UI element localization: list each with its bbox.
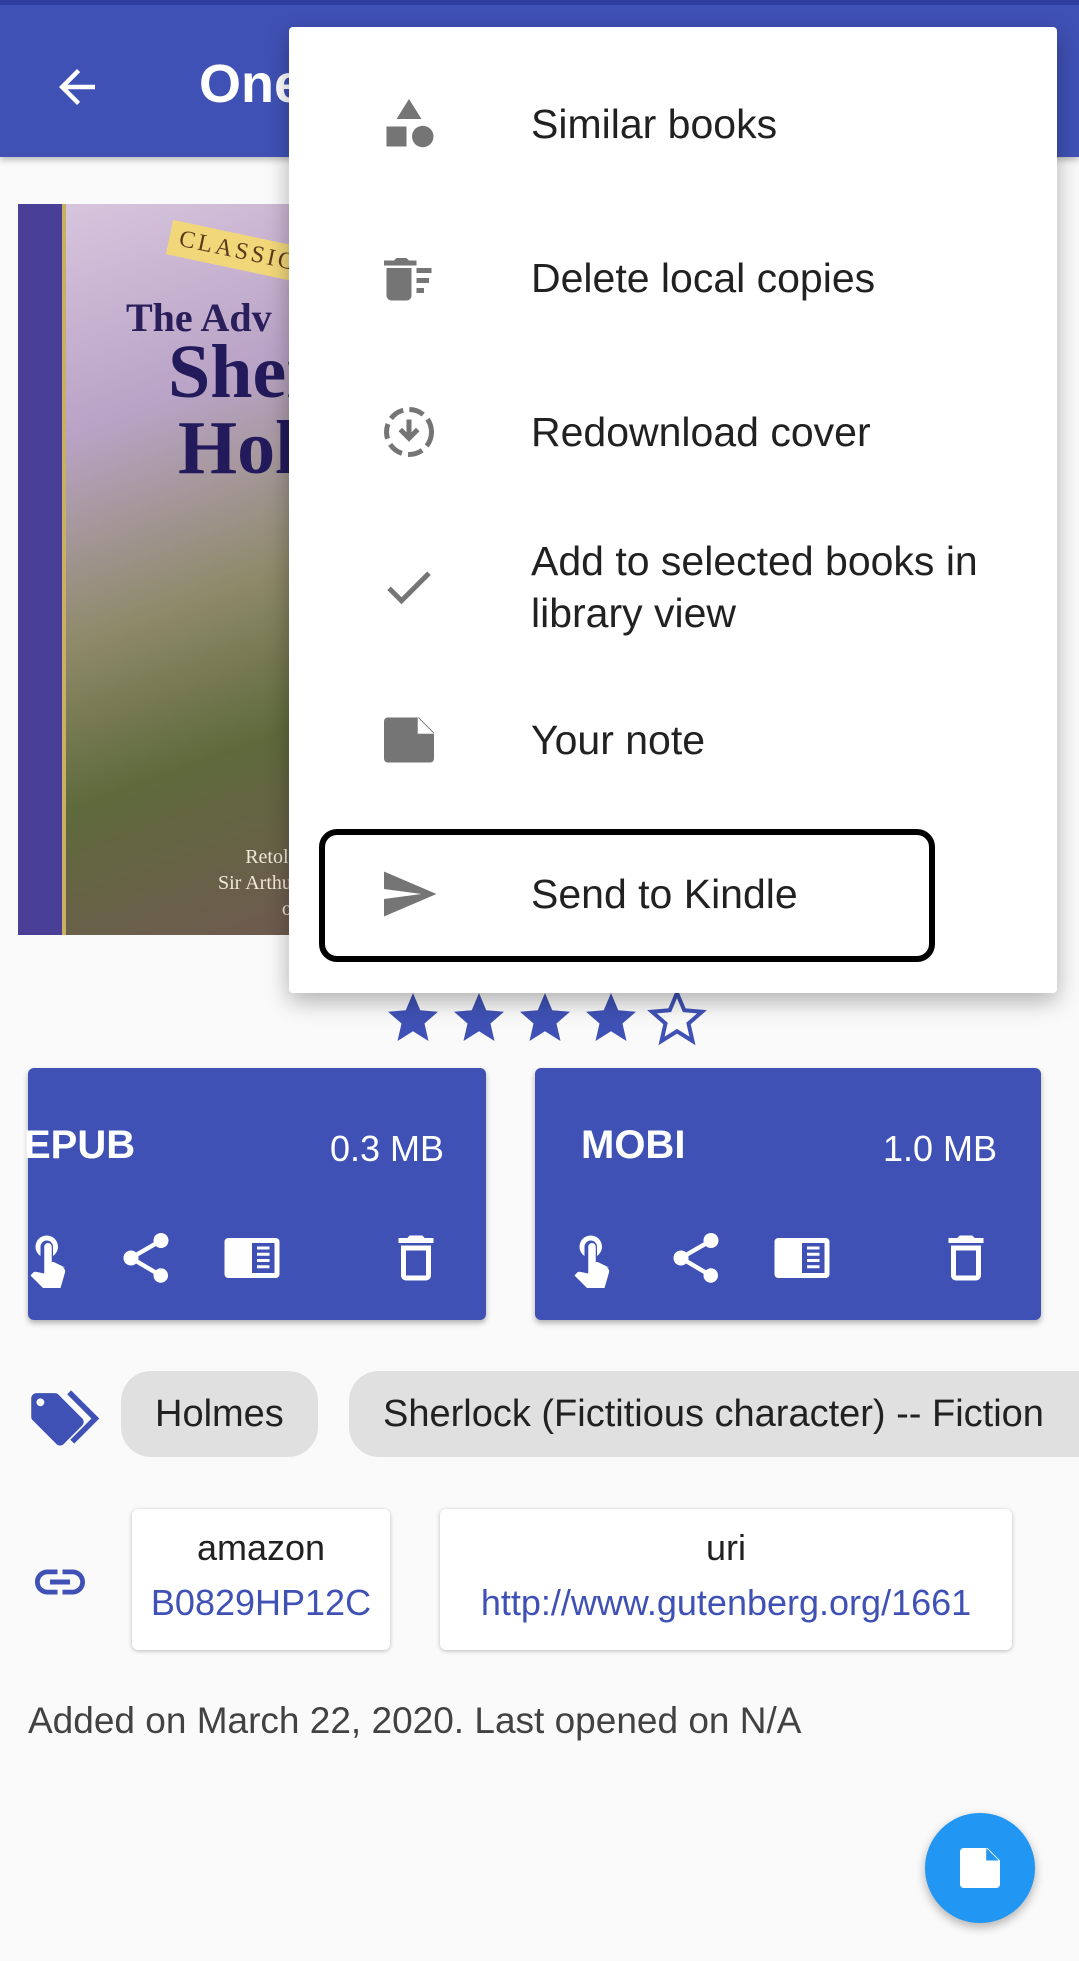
link-key: uri bbox=[705, 1527, 746, 1568]
touch-icon[interactable] bbox=[18, 1228, 78, 1288]
download-circle-dashed-icon bbox=[384, 407, 434, 457]
note-icon bbox=[960, 1848, 1000, 1888]
cover-title-line: Sher bbox=[168, 330, 298, 414]
format-name: EPUB bbox=[24, 1123, 136, 1167]
menu-item-similar-books[interactable]: Similar books bbox=[289, 89, 1057, 159]
read-book-icon[interactable] bbox=[222, 1228, 282, 1288]
menu-item-label: Your note bbox=[531, 717, 706, 763]
format-name: MOBI bbox=[581, 1123, 686, 1167]
menu-item-your-note[interactable]: Your note bbox=[289, 705, 1057, 775]
format-card-mobi[interactable]: MOBI 1.0 MB bbox=[535, 1068, 1041, 1320]
cover-credit: Sir Arthur bbox=[218, 872, 298, 894]
cover-credit: or bbox=[218, 896, 298, 922]
shapes-icon bbox=[386, 99, 434, 148]
delete-icon[interactable] bbox=[936, 1228, 996, 1288]
menu-item-label: Redownload cover bbox=[531, 409, 871, 455]
menu-item-redownload-cover[interactable]: Redownload cover bbox=[289, 397, 1057, 467]
format-size: 1.0 MB bbox=[882, 1128, 997, 1169]
star-filled-icon[interactable] bbox=[581, 988, 641, 1048]
check-icon bbox=[387, 571, 431, 605]
format-size: 0.3 MB bbox=[329, 1128, 444, 1169]
link-card-uri[interactable]: uri http://www.gutenberg.org/1661 bbox=[440, 1509, 1012, 1650]
cover-credit: Retold bbox=[245, 846, 298, 868]
tag-chip[interactable]: Holmes bbox=[121, 1371, 318, 1457]
read-book-icon[interactable] bbox=[772, 1228, 832, 1288]
star-filled-icon[interactable] bbox=[515, 988, 575, 1048]
cover-spine bbox=[18, 204, 66, 935]
tag-chip[interactable]: Sherlock (Fictitious character) -- Ficti… bbox=[349, 1371, 1079, 1457]
rating-stars[interactable] bbox=[383, 988, 707, 1048]
note-fab-button[interactable] bbox=[925, 1813, 1035, 1923]
note-icon bbox=[384, 717, 434, 763]
link-icon bbox=[35, 1569, 85, 1595]
touch-icon[interactable] bbox=[562, 1228, 622, 1288]
format-card-epub[interactable]: EPUB 0.3 MB bbox=[24, 1068, 486, 1320]
menu-item-add-to-selected[interactable]: Add to selected books in library view bbox=[289, 535, 1057, 639]
menu-item-label: Similar books bbox=[531, 101, 778, 147]
cover-banner: CLASSIC bbox=[165, 219, 298, 284]
menu-item-delete-local-copies[interactable]: Delete local copies bbox=[289, 243, 1057, 313]
cover-title-line: Hol bbox=[178, 406, 297, 490]
star-filled-icon[interactable] bbox=[383, 988, 443, 1048]
cover-credits: Retold Sir Arthuror bbox=[218, 844, 298, 922]
link-key: amazon bbox=[196, 1527, 326, 1568]
delete-sweep-icon bbox=[384, 258, 432, 301]
arrow-left-icon[interactable] bbox=[50, 60, 104, 114]
book-cover[interactable]: CLASSIC The Adv SherHol RetoldSir Arthur… bbox=[18, 204, 298, 935]
added-info: Added on March 22, 2020. Last opened on … bbox=[28, 1700, 802, 1741]
link-value[interactable]: http://www.gutenberg.org/1661 bbox=[440, 1573, 1012, 1633]
star-empty-icon[interactable] bbox=[647, 988, 707, 1048]
link-card-amazon[interactable]: amazon B0829HP12C bbox=[132, 1509, 390, 1650]
tags-icon bbox=[31, 1390, 100, 1446]
highlight-outline bbox=[319, 829, 935, 962]
share-icon[interactable] bbox=[666, 1228, 726, 1288]
overflow-menu: Similar books Delete local copies Redown… bbox=[289, 27, 1057, 993]
menu-item-label: Add to selected books in library view bbox=[531, 538, 978, 636]
menu-item-label: Delete local copies bbox=[531, 255, 876, 301]
delete-icon[interactable] bbox=[386, 1228, 446, 1288]
star-filled-icon[interactable] bbox=[449, 988, 509, 1048]
share-icon[interactable] bbox=[116, 1228, 176, 1288]
link-value[interactable]: B0829HP12C bbox=[132, 1573, 390, 1633]
cover-title-main: SherHol bbox=[168, 334, 298, 486]
